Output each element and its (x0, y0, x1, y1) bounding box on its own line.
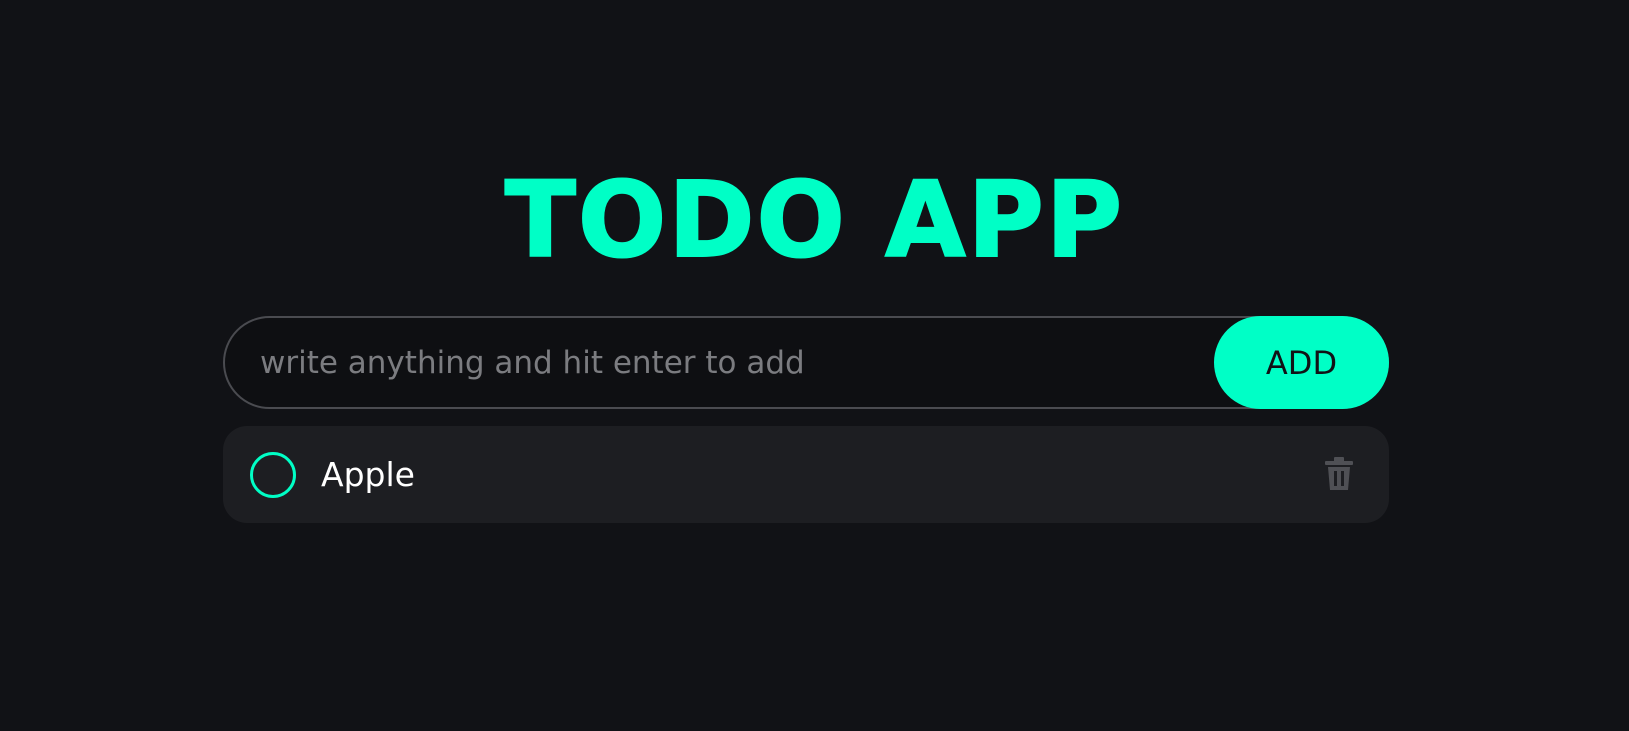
page-title: TODO APP (504, 159, 1125, 281)
circle-outline-icon[interactable] (250, 452, 296, 498)
add-button[interactable]: ADD (1214, 316, 1389, 409)
todo-item-text: Apple (321, 455, 415, 494)
add-task-form: ADD (223, 316, 1389, 409)
todo-app: TODO APP ADD Apple (0, 0, 1629, 731)
trash-icon[interactable] (1324, 457, 1354, 491)
todo-list: Apple (223, 426, 1389, 523)
todo-item: Apple (223, 426, 1389, 523)
